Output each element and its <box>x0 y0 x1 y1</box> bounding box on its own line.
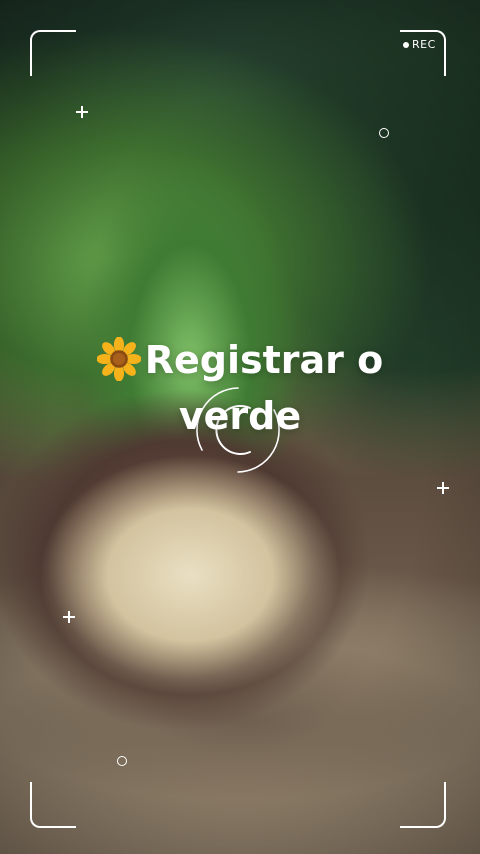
crosshair-plus-icon <box>63 611 75 623</box>
viewfinder-corner-top-right <box>400 30 446 76</box>
recording-indicator: REC <box>403 38 436 51</box>
viewfinder-corner-bottom-left <box>30 782 76 828</box>
title-text-line-1: Registrar o <box>144 338 384 382</box>
title-line-2: verde <box>178 394 302 438</box>
overlay-title: Registrar o verde <box>40 332 440 444</box>
viewfinder-corner-top-left <box>30 30 76 76</box>
crosshair-plus-icon <box>437 482 449 494</box>
viewfinder-corner-bottom-right <box>400 782 446 828</box>
rec-label: REC <box>412 38 436 51</box>
title-line-1: Registrar o <box>40 332 440 388</box>
circle-marker-icon <box>379 128 389 138</box>
camera-viewfinder: REC Registrar o verde <box>0 0 480 854</box>
crosshair-plus-icon <box>76 106 88 118</box>
sunflower-icon <box>96 337 141 381</box>
record-dot-icon <box>403 41 409 48</box>
circle-marker-icon <box>117 756 127 766</box>
